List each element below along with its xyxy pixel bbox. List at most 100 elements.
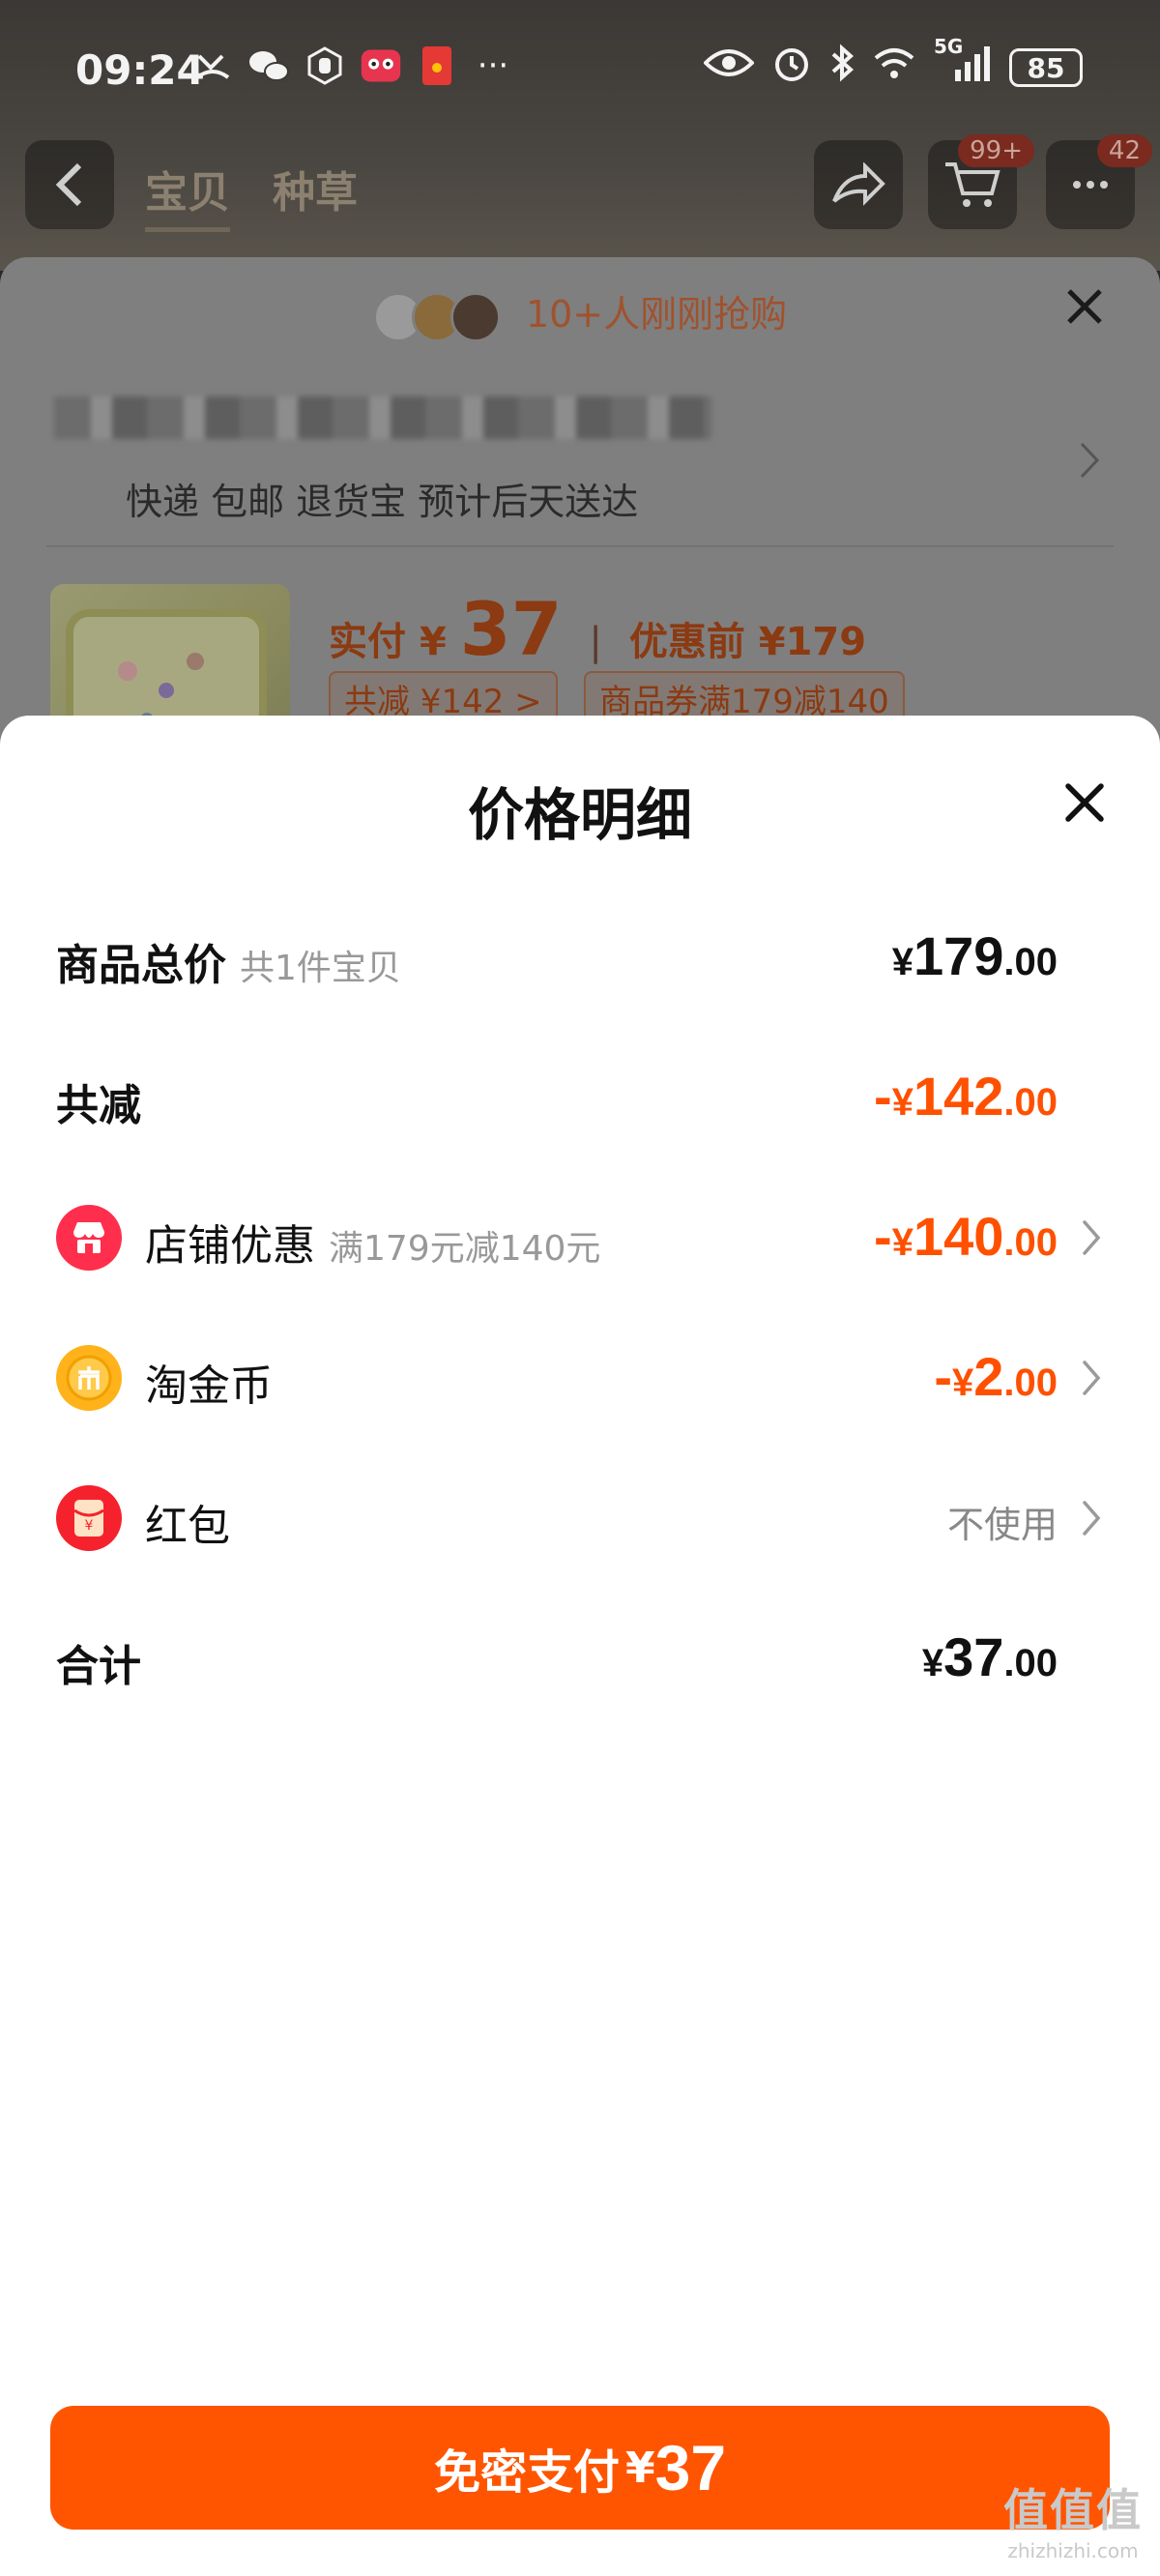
bluetooth-icon bbox=[829, 43, 855, 93]
pay-currency: ¥ bbox=[624, 2443, 655, 2493]
watermark-url: zhizhizhi.com bbox=[1007, 2539, 1139, 2562]
amount-integer: 140 bbox=[913, 1206, 1004, 1267]
share-button[interactable] bbox=[814, 140, 903, 229]
amount-decimal: .00 bbox=[1003, 1221, 1058, 1264]
buyer-avatars bbox=[372, 291, 501, 342]
coin-icon bbox=[56, 1345, 122, 1411]
more-notifications: ··· bbox=[477, 46, 509, 85]
network-type: 5G bbox=[934, 35, 964, 58]
eye-icon bbox=[703, 45, 755, 90]
total-discount-label: 共减 bbox=[56, 1081, 141, 1130]
minus-sign: - bbox=[934, 1346, 952, 1407]
total-amount: ¥37.00 bbox=[922, 1625, 1058, 1688]
coin-amount: -¥2.00 bbox=[934, 1345, 1058, 1408]
cart-badge: 99+ bbox=[958, 134, 1034, 167]
close-icon bbox=[1065, 783, 1104, 822]
panel-close-button[interactable] bbox=[1058, 776, 1112, 830]
row-label: 店铺优惠 满179元减140元 bbox=[145, 1211, 600, 1273]
total-label: 合计 bbox=[56, 1642, 141, 1691]
blurred-address bbox=[54, 396, 711, 439]
paid-label: 实付 bbox=[329, 620, 406, 664]
minus-sign: - bbox=[874, 1066, 892, 1127]
shop-discount-amount: -¥140.00 bbox=[874, 1205, 1058, 1268]
back-button[interactable] bbox=[25, 140, 114, 229]
missed-call-icon bbox=[191, 44, 234, 87]
wifi-icon bbox=[872, 44, 916, 91]
price-detail-panel: 价格明细 商品总价 共1件宝贝 ¥179.00 共减 -¥142.00 店铺优惠满… bbox=[0, 716, 1160, 2576]
more-icon bbox=[1073, 181, 1108, 189]
red-packet-label: 红包 bbox=[145, 1502, 230, 1551]
minus-sign: - bbox=[874, 1206, 892, 1267]
amount-integer: 2 bbox=[973, 1346, 1004, 1407]
currency-symbol: ¥ bbox=[891, 1081, 914, 1124]
price-row-goods-total: 商品总价 共1件宝贝 ¥179.00 bbox=[0, 909, 1160, 1006]
chevron-right-icon bbox=[1083, 1220, 1101, 1255]
product-nav-bar: 宝贝 种草 99+ 42 bbox=[0, 134, 1160, 247]
avatar bbox=[450, 291, 501, 342]
amount-decimal: .00 bbox=[1003, 941, 1058, 983]
chevron-right-icon[interactable] bbox=[1079, 441, 1100, 490]
paid-price: 实付 ¥ 37 | 优惠前 ¥179 bbox=[329, 586, 866, 672]
signal-icon: 5G bbox=[934, 35, 992, 93]
price-row-total-discount: 共减 -¥142.00 bbox=[0, 1049, 1160, 1146]
recent-buyers-text: 10+人刚刚抢购 bbox=[525, 293, 788, 336]
alarm-icon bbox=[771, 43, 812, 93]
message-badge: 42 bbox=[1096, 134, 1152, 167]
amount-integer: 142 bbox=[913, 1066, 1004, 1127]
currency-symbol: ¥ bbox=[921, 1642, 944, 1684]
row-label: 商品总价 共1件宝贝 bbox=[56, 930, 401, 992]
price-row-total: 合计 ¥37.00 bbox=[0, 1610, 1160, 1707]
amount-integer: 179 bbox=[913, 925, 1004, 986]
sheet-close-button[interactable] bbox=[1063, 278, 1106, 341]
chevron-right-icon bbox=[1083, 1361, 1101, 1395]
cart-button[interactable]: 99+ bbox=[928, 134, 1034, 229]
hand-icon bbox=[304, 44, 346, 87]
divider bbox=[46, 545, 1114, 547]
amount-decimal: .00 bbox=[1003, 1642, 1058, 1684]
chevron-left-icon bbox=[55, 162, 82, 207]
red-packet-value: 不使用 bbox=[946, 1504, 1058, 1546]
password-free-pay-button[interactable]: 免密支付 ¥ 37 bbox=[50, 2406, 1110, 2530]
currency-symbol: ¥ bbox=[891, 941, 914, 983]
svg-text:¥: ¥ bbox=[85, 1518, 94, 1534]
total-discount-amount: -¥142.00 bbox=[874, 1065, 1058, 1127]
tab-item[interactable]: 宝贝 bbox=[145, 158, 230, 232]
currency-symbol: ¥ bbox=[951, 1361, 974, 1404]
red-packet-icon: ¥ bbox=[56, 1485, 122, 1551]
pay-amount: 37 bbox=[654, 2432, 727, 2503]
shop-icon bbox=[56, 1205, 122, 1271]
coin-label: 淘金币 bbox=[145, 1361, 273, 1411]
price-row-coin[interactable]: 淘金币 -¥2.00 bbox=[0, 1330, 1160, 1426]
paid-amount: 37 bbox=[459, 586, 563, 672]
price-separator: | bbox=[589, 620, 602, 664]
battery-indicator: 85 bbox=[1009, 48, 1083, 87]
system-icons: 5G 85 bbox=[703, 35, 1083, 93]
shipping-info: 快递 包邮 退货宝 预计后天送达 bbox=[126, 481, 639, 523]
item-count: 共1件宝贝 bbox=[240, 949, 401, 988]
amount-integer: 37 bbox=[943, 1626, 1004, 1687]
shop-discount-label: 店铺优惠 bbox=[145, 1221, 315, 1271]
panel-title: 价格明细 bbox=[467, 782, 692, 848]
currency-symbol: ¥ bbox=[891, 1221, 914, 1264]
goods-total-label: 商品总价 bbox=[56, 941, 226, 990]
amount-decimal: .00 bbox=[1003, 1361, 1058, 1404]
original-price: 优惠前 ¥179 bbox=[628, 620, 867, 664]
message-button[interactable]: 42 bbox=[1046, 134, 1152, 229]
price-row-red-packet[interactable]: ¥ 红包 不使用 bbox=[0, 1470, 1160, 1566]
purchase-sheet-dimmed: 10+人刚刚抢购 快递 包邮 退货宝 预计后天送达 实付 ¥ 37 | 优惠前 … bbox=[0, 257, 1160, 760]
watermark-logo: 值值值 bbox=[1003, 2484, 1143, 2536]
status-bar: 09:24 ··· 5G 85 bbox=[0, 0, 1160, 140]
amount-decimal: .00 bbox=[1003, 1081, 1058, 1124]
wechat-icon bbox=[247, 44, 290, 87]
price-row-shop-discount[interactable]: 店铺优惠 满179元减140元 -¥140.00 bbox=[0, 1189, 1160, 1286]
recent-buyers-banner: 10+人刚刚抢购 bbox=[0, 284, 1160, 342]
site-watermark: 值值值 zhizhizhi.com bbox=[1003, 2475, 1143, 2562]
tmall-app-icon bbox=[360, 44, 402, 87]
tab-seeding[interactable]: 种草 bbox=[273, 158, 358, 232]
chevron-right-icon bbox=[1083, 1501, 1101, 1536]
close-icon bbox=[1067, 289, 1102, 324]
goods-total-amount: ¥179.00 bbox=[892, 924, 1058, 987]
share-icon bbox=[832, 162, 885, 206]
red-envelope-notify-icon bbox=[416, 44, 458, 87]
paid-currency: ¥ bbox=[419, 620, 447, 664]
